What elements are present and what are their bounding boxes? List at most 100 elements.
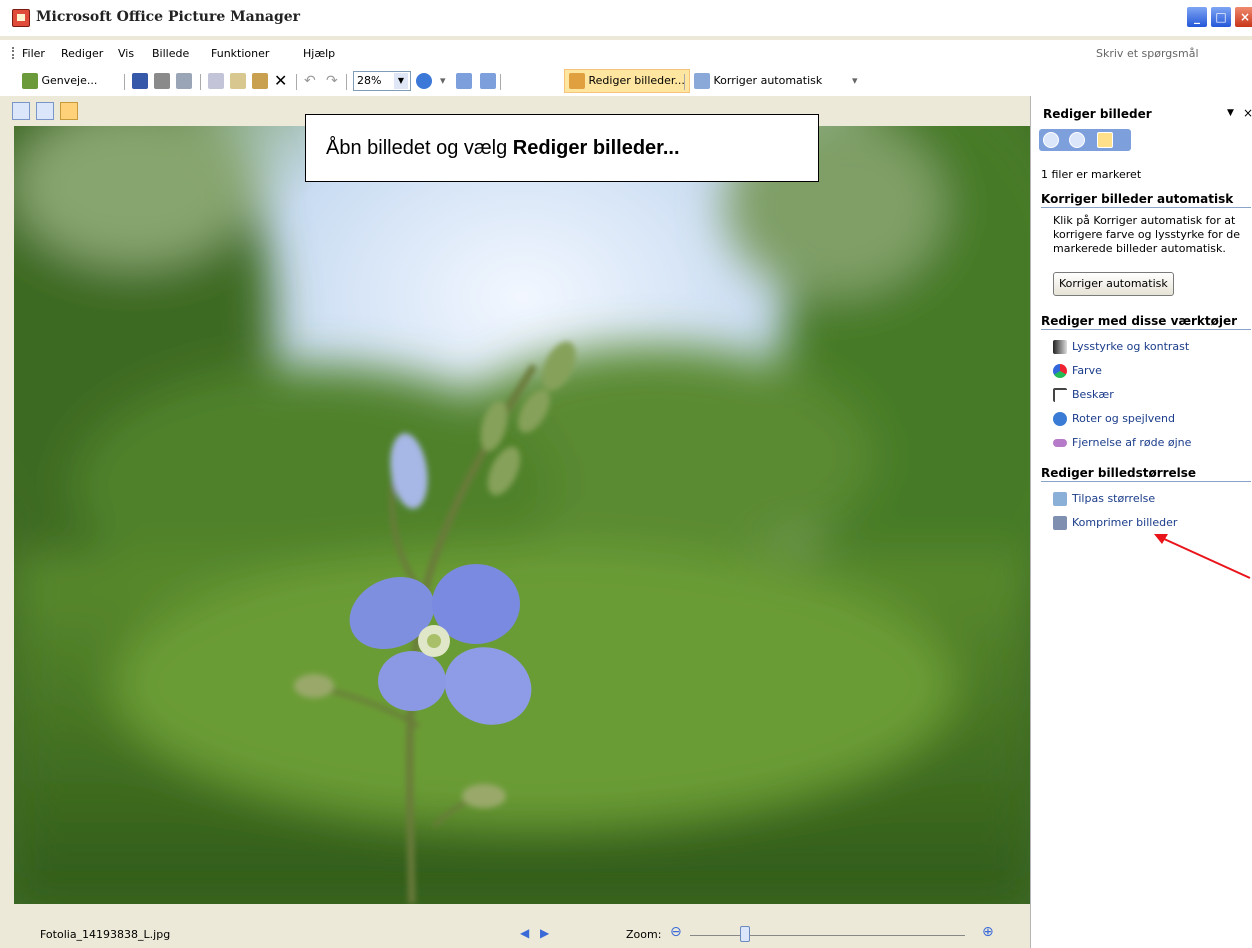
toolbar: Genveje... ✕ ↶ ↷ 28% ▼ ▾ Rediger billede… (0, 66, 1252, 96)
crop-link[interactable]: Beskær (1053, 388, 1114, 402)
redo-icon: ↷ (326, 73, 338, 89)
menu-funktioner[interactable]: Funktioner (211, 47, 269, 60)
task-pane-menu-button[interactable]: ▼ (1227, 108, 1234, 118)
zoom-select[interactable]: 28% ▼ (353, 71, 411, 91)
help-icon (416, 73, 432, 89)
color-link[interactable]: Farve (1053, 364, 1102, 378)
arrow-right-icon: ▶ (540, 926, 550, 940)
status-bar: Fotolia_14193838_L.jpg ◀ ▶ Zoom: ⊖ ⊕ (0, 918, 1030, 948)
previous-picture-button[interactable]: ◀ (520, 926, 529, 940)
close-button[interactable]: × (1234, 6, 1252, 28)
paste-icon (252, 73, 268, 89)
annotation-arrow (1154, 534, 1251, 579)
toolbar-options-icon: ▾ (440, 74, 446, 87)
resize-link[interactable]: Tilpas størrelse (1053, 492, 1155, 506)
save-button[interactable] (132, 72, 148, 90)
menu-vis[interactable]: Vis (118, 47, 134, 60)
toolbar-separator (346, 74, 347, 90)
crop-icon (1053, 388, 1067, 402)
zoom-out-button[interactable]: ⊖ (670, 924, 682, 940)
toolbar-separator (124, 74, 125, 90)
menu-grip[interactable] (12, 47, 14, 59)
rotate-right-icon (480, 73, 496, 89)
menu-bar: Filer Rediger Vis Billede Funktioner Hjæ… (0, 40, 1252, 66)
rotate-flip-link[interactable]: Roter og spejlvend (1053, 412, 1175, 426)
picture-manager-icon (12, 9, 30, 27)
zoom-slider-track[interactable] (690, 935, 965, 936)
zoom-in-button[interactable]: ⊕ (982, 924, 994, 940)
single-picture-view-button[interactable] (60, 102, 78, 120)
email-button[interactable] (176, 72, 192, 90)
edit-pictures-button[interactable]: Rediger billeder... (564, 69, 690, 93)
cut-icon (208, 73, 224, 89)
toolbar-separator (296, 74, 297, 90)
auto-correct-panel-button[interactable]: Korriger automatisk (1053, 272, 1174, 296)
red-eye-link[interactable]: Fjernelse af røde øjne (1053, 436, 1191, 449)
delete-button[interactable]: ✕ (274, 72, 287, 90)
cut-button[interactable] (208, 72, 224, 90)
task-pane-header: Rediger billeder ▼ × (1031, 104, 1252, 126)
redo-button[interactable]: ↷ (326, 72, 338, 90)
menu-rediger[interactable]: Rediger (61, 47, 103, 60)
edit-pictures-label: Rediger billeder... (588, 74, 685, 87)
menu-billede[interactable]: Billede (152, 47, 189, 60)
zoom-in-icon: ⊕ (982, 924, 994, 940)
print-button[interactable] (154, 72, 170, 90)
undo-icon: ↶ (304, 73, 316, 89)
filmstrip-view-button[interactable] (36, 102, 54, 120)
zoom-out-icon: ⊖ (670, 924, 682, 940)
maximize-button[interactable]: □ (1210, 6, 1232, 28)
chevron-down-icon[interactable]: ▼ (394, 73, 408, 89)
ask-question-box[interactable]: Skriv et spørgsmål (1096, 47, 1199, 60)
auto-correct-section-heading: Korriger billeder automatisk (1041, 192, 1251, 208)
auto-correct-description-1: Klik på Korriger automatisk for at (1053, 214, 1236, 227)
rotate-right-button[interactable] (480, 72, 496, 90)
zoom-value: 28% (357, 74, 382, 87)
auto-correct-button[interactable]: Korriger automatisk (694, 72, 822, 90)
shortcuts-icon (22, 73, 38, 89)
copy-button[interactable] (230, 72, 246, 90)
back-button[interactable] (1043, 132, 1059, 148)
next-picture-button[interactable]: ▶ (540, 926, 549, 940)
close-icon: × (1243, 106, 1252, 120)
title-bar: Microsoft Office Picture Manager _ □ × (0, 0, 1252, 36)
delete-icon: ✕ (274, 71, 288, 90)
toolbar-separator (500, 74, 501, 90)
menu-hjaelp[interactable]: Hjælp (303, 47, 335, 60)
zoom-slider-thumb[interactable] (740, 926, 750, 942)
chevron-down-icon: ▼ (1227, 108, 1234, 118)
home-button[interactable] (1097, 132, 1113, 148)
zoom-label: Zoom: (626, 928, 662, 941)
forward-button[interactable] (1069, 132, 1085, 148)
menu-filer[interactable]: Filer (22, 47, 45, 60)
task-pane-close-button[interactable]: × (1243, 106, 1252, 120)
picture-preview[interactable] (14, 126, 1030, 904)
toolbar-options-2[interactable]: ▾ (852, 72, 858, 90)
thumbnail-view-button[interactable] (12, 102, 30, 120)
task-pane-nav (1039, 129, 1131, 151)
rotate-left-icon (456, 73, 472, 89)
rotate-icon (1053, 412, 1067, 426)
resize-icon (1053, 492, 1067, 506)
help-button[interactable] (416, 72, 432, 90)
auto-correct-icon (694, 73, 710, 89)
brightness-contrast-link[interactable]: Lysstyrke og kontrast (1053, 340, 1189, 354)
copy-icon (230, 73, 246, 89)
instruction-callout: Åbn billedet og vælg Rediger billeder... (305, 114, 819, 182)
undo-button[interactable]: ↶ (304, 72, 316, 90)
rotate-left-button[interactable] (456, 72, 472, 90)
toolbar-separator (684, 74, 685, 90)
auto-correct-description-3: markerede billeder automatisk. (1053, 242, 1226, 255)
callout-text: Åbn billedet og vælg (326, 137, 513, 159)
callout-bold-text: Rediger billeder... (512, 137, 680, 159)
save-icon (132, 73, 148, 89)
shortcuts-button[interactable]: Genveje... (22, 72, 97, 90)
color-label: Farve (1072, 364, 1102, 377)
task-pane-title: Rediger billeder (1043, 107, 1152, 121)
minimize-button[interactable]: _ (1186, 6, 1208, 28)
toolbar-options[interactable]: ▾ (440, 72, 446, 90)
toolbar-options-icon: ▾ (852, 74, 858, 87)
eye-icon (1053, 439, 1067, 447)
paste-button[interactable] (252, 72, 268, 90)
compress-icon (1053, 516, 1067, 530)
